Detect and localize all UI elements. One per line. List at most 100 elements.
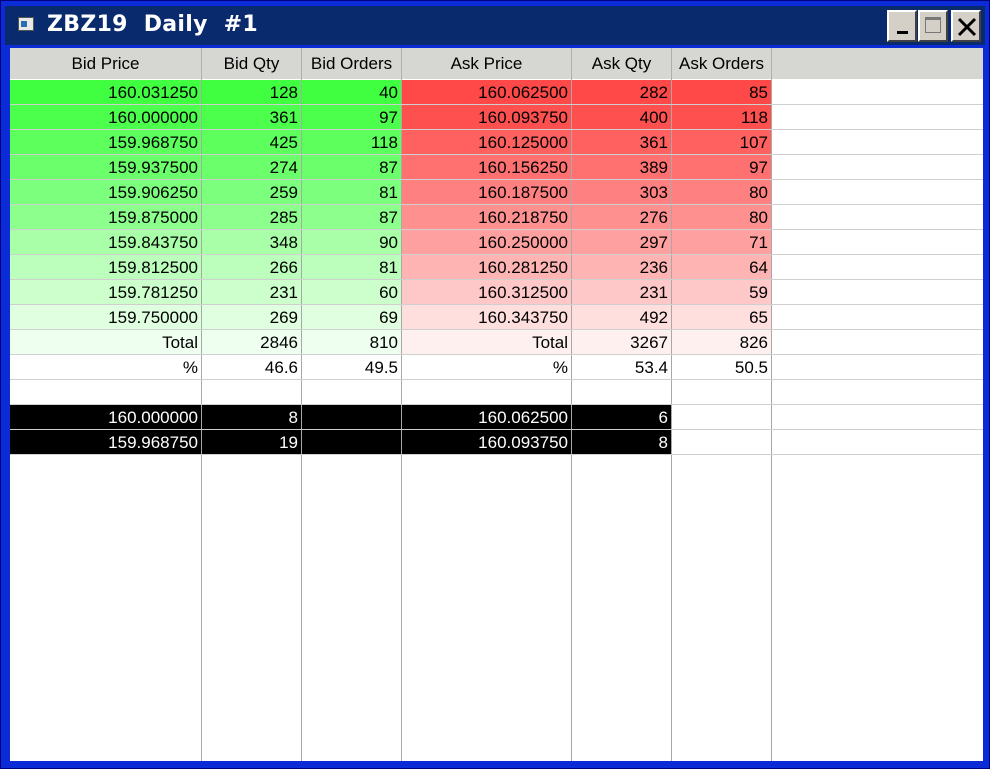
bid-orders-cell[interactable]: 97 (302, 105, 401, 129)
ask-qty-cell[interactable]: 297 (572, 230, 671, 254)
bid-price-cell[interactable]: 159.937500 (10, 155, 201, 179)
header-ask-orders[interactable]: Ask Orders (672, 48, 772, 79)
ask-price-cell[interactable]: 160.343750 (402, 305, 571, 329)
total-ask-orders[interactable]: 826 (672, 330, 771, 354)
bid-price-cell[interactable]: 159.968750 (10, 130, 201, 154)
trade-ask-qty[interactable]: 8 (572, 430, 671, 454)
header-ask-price[interactable]: Ask Price (402, 48, 572, 79)
bid-qty-cell[interactable]: 259 (202, 180, 301, 204)
window: ZBZ19 Daily #1 Bid Price Bid Qty Bid Ord… (0, 0, 990, 769)
ask-orders-cell[interactable]: 97 (672, 155, 771, 179)
ask-qty-cell[interactable]: 236 (572, 255, 671, 279)
bid-qty-cell[interactable]: 285 (202, 205, 301, 229)
bid-qty-cell[interactable]: 266 (202, 255, 301, 279)
bid-price-cell[interactable]: 159.781250 (10, 280, 201, 304)
trade-bid-qty[interactable]: 8 (202, 405, 301, 429)
bid-orders-cell[interactable]: 81 (302, 180, 401, 204)
bid-price-cell[interactable]: 159.812500 (10, 255, 201, 279)
bid-qty-cell[interactable]: 348 (202, 230, 301, 254)
ask-price-cell[interactable]: 160.218750 (402, 205, 571, 229)
bid-price-cell[interactable]: 160.031250 (10, 80, 201, 104)
ask-price-cell[interactable]: 160.062500 (402, 80, 571, 104)
bid-price-cell[interactable]: 160.000000 (10, 105, 201, 129)
total-bid-price[interactable]: Total (10, 330, 201, 354)
ask-price-cell[interactable]: 160.125000 (402, 130, 571, 154)
bid-orders-cell[interactable]: 40 (302, 80, 401, 104)
depth-grid[interactable]: Bid Price Bid Qty Bid Orders Ask Price A… (10, 48, 983, 761)
ask-price-cell[interactable]: 160.312500 (402, 280, 571, 304)
window-title: ZBZ19 Daily #1 (47, 12, 258, 37)
ask-orders-cell[interactable]: 85 (672, 80, 771, 104)
trade-bid-price[interactable]: 159.968750 (10, 430, 201, 454)
ask-price-cell[interactable]: 160.250000 (402, 230, 571, 254)
ask-price-cell[interactable]: 160.093750 (402, 105, 571, 129)
ask-orders-cell[interactable]: 71 (672, 230, 771, 254)
bid-price-cell[interactable]: 159.875000 (10, 205, 201, 229)
maximize-button[interactable] (918, 10, 948, 42)
trade-bid-price[interactable]: 160.000000 (10, 405, 201, 429)
trade-bid-qty[interactable]: 19 (202, 430, 301, 454)
bid-price-cell[interactable]: 159.750000 (10, 305, 201, 329)
trade-ask-price[interactable]: 160.093750 (402, 430, 571, 454)
ask-orders-cell[interactable]: 80 (672, 205, 771, 229)
window-icon[interactable] (18, 17, 34, 31)
ask-orders-cell[interactable]: 65 (672, 305, 771, 329)
bid-orders-cell[interactable]: 87 (302, 155, 401, 179)
bid-qty-cell[interactable]: 425 (202, 130, 301, 154)
ask-price-cell[interactable]: 160.281250 (402, 255, 571, 279)
bid-orders-cell[interactable]: 60 (302, 280, 401, 304)
ask-orders-cell[interactable]: 118 (672, 105, 771, 129)
percent-bid-price[interactable]: % (10, 355, 201, 379)
ask-qty-cell[interactable]: 361 (572, 130, 671, 154)
bid-qty-cell[interactable]: 269 (202, 305, 301, 329)
header-bid-orders[interactable]: Bid Orders (302, 48, 402, 79)
bid-orders-cell[interactable]: 90 (302, 230, 401, 254)
percent-ask-qty[interactable]: 53.4 (572, 355, 671, 379)
trade-ask-qty[interactable]: 6 (572, 405, 671, 429)
percent-bid-orders[interactable]: 49.5 (302, 355, 401, 379)
bid-price-cell[interactable]: 159.906250 (10, 180, 201, 204)
total-ask-price[interactable]: Total (402, 330, 571, 354)
bid-qty-cell[interactable]: 128 (202, 80, 301, 104)
ask-price-cell[interactable]: 160.156250 (402, 155, 571, 179)
header-empty (772, 48, 983, 79)
ask-qty-cell[interactable]: 492 (572, 305, 671, 329)
bid-orders-cell[interactable]: 118 (302, 130, 401, 154)
ask-qty-cell[interactable]: 389 (572, 155, 671, 179)
bid-orders-cell[interactable]: 87 (302, 205, 401, 229)
total-bid-orders[interactable]: 810 (302, 330, 401, 354)
bid-price-cell[interactable]: 159.843750 (10, 230, 201, 254)
ask-qty-cell[interactable]: 282 (572, 80, 671, 104)
trade-bid-orders[interactable] (302, 405, 401, 429)
percent-ask-price[interactable]: % (402, 355, 571, 379)
ask-qty-cell[interactable]: 231 (572, 280, 671, 304)
close-button[interactable] (951, 10, 981, 42)
ask-qty-cell[interactable]: 276 (572, 205, 671, 229)
total-ask-qty[interactable]: 3267 (572, 330, 671, 354)
header-ask-qty[interactable]: Ask Qty (572, 48, 672, 79)
ask-qty-cell[interactable]: 303 (572, 180, 671, 204)
trade-bid-orders[interactable] (302, 430, 401, 454)
percent-ask-orders[interactable]: 50.5 (672, 355, 771, 379)
header-bid-price[interactable]: Bid Price (10, 48, 202, 79)
bid-qty-cell[interactable]: 361 (202, 105, 301, 129)
total-bid-qty[interactable]: 2846 (202, 330, 301, 354)
row-divider (10, 379, 983, 380)
ask-orders-cell[interactable]: 107 (672, 130, 771, 154)
trade-ask-price[interactable]: 160.062500 (402, 405, 571, 429)
ask-orders-cell[interactable]: 80 (672, 180, 771, 204)
ask-price-cell[interactable]: 160.187500 (402, 180, 571, 204)
percent-bid-qty[interactable]: 46.6 (202, 355, 301, 379)
ask-qty-cell[interactable]: 400 (572, 105, 671, 129)
ask-orders-cell[interactable]: 59 (672, 280, 771, 304)
row-divider (10, 454, 983, 455)
bid-qty-cell[interactable]: 231 (202, 280, 301, 304)
minimize-button[interactable] (887, 10, 917, 42)
title-bar[interactable]: ZBZ19 Daily #1 (5, 6, 985, 45)
bid-orders-cell[interactable]: 69 (302, 305, 401, 329)
ask-orders-cell[interactable]: 64 (672, 255, 771, 279)
bid-qty-cell[interactable]: 274 (202, 155, 301, 179)
header-bid-qty[interactable]: Bid Qty (202, 48, 302, 79)
close-icon (957, 17, 977, 37)
bid-orders-cell[interactable]: 81 (302, 255, 401, 279)
